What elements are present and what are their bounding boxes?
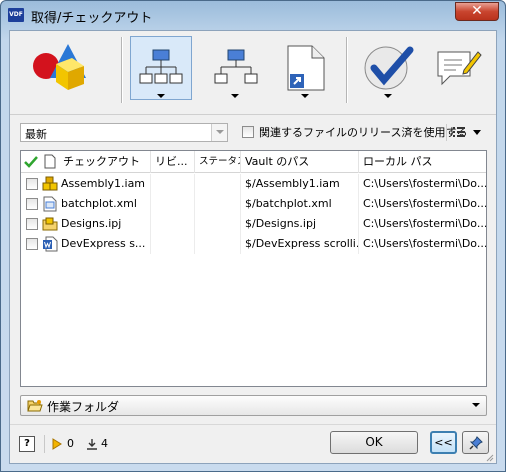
table-row[interactable]: Assembly1.iam $/Assembly1.iam C:\Users\f… — [21, 174, 486, 194]
row-checkbox[interactable] — [26, 178, 38, 190]
include-parents-icon — [214, 49, 258, 84]
dialog-client: 最新 関連するファイルのリリース済を使用する チェックアウト リビ... ステー… — [9, 30, 497, 464]
chevron-down-icon — [473, 130, 481, 135]
vault-app-icon: VDF — [8, 8, 24, 22]
xml-file-icon — [43, 196, 57, 212]
local-path: C:\Users\fostermi\Do... — [363, 237, 486, 250]
pin-icon — [468, 435, 483, 450]
include-parents-button[interactable] — [206, 36, 266, 100]
include-related-docs-icon — [287, 45, 325, 91]
collapse-button[interactable]: << — [430, 431, 457, 454]
vault-path: $/DevExpress scrolli... — [241, 234, 359, 254]
column-header-checkout[interactable]: チェックアウト — [21, 151, 151, 173]
row-checkbox[interactable] — [26, 238, 38, 250]
column-header-local-path[interactable]: ローカル パス — [359, 151, 486, 173]
file-name: Assembly1.iam — [61, 174, 151, 194]
file-name: Designs.ipj — [61, 214, 151, 234]
status-cell — [195, 214, 241, 234]
resize-grip-icon[interactable] — [484, 452, 494, 462]
toolbar — [10, 31, 496, 117]
file-name: batchplot.xml — [61, 194, 151, 214]
settings-shapes-button[interactable] — [24, 36, 92, 100]
document-icon — [44, 154, 56, 169]
help-button[interactable]: ? — [19, 436, 35, 452]
ok-button[interactable]: OK — [330, 431, 418, 454]
column-header-revision[interactable]: リビ... — [151, 151, 195, 173]
use-released-option[interactable]: 関連するファイルのリリース済を使用する — [242, 124, 467, 140]
chevron-down-icon — [211, 124, 227, 141]
status-count-a: 0 — [52, 437, 74, 450]
vault-path: $/Assembly1.iam — [241, 174, 359, 194]
use-released-checkbox[interactable] — [242, 126, 254, 138]
revision-cell — [151, 214, 195, 234]
column-header-vault-path[interactable]: Vault のパス — [241, 151, 359, 173]
include-children-dropdown[interactable] — [157, 94, 165, 98]
word-doc-icon — [43, 236, 58, 252]
table-row[interactable]: batchplot.xml $/batchplot.xml C:\Users\f… — [21, 194, 486, 214]
local-path: C:\Users\fostermi\Do... — [363, 217, 486, 230]
chevron-down-icon — [472, 403, 480, 407]
include-related-docs-button[interactable] — [280, 36, 332, 100]
comment-button[interactable] — [430, 36, 486, 100]
column-header-status[interactable]: ステータス — [195, 151, 241, 173]
assembly-icon — [42, 176, 58, 191]
status-count-b: 4 — [86, 437, 108, 450]
column-header-checkout-label: チェックアウト — [63, 155, 140, 168]
version-select[interactable]: 最新 — [20, 123, 228, 142]
view-options-button[interactable] — [446, 124, 486, 141]
status-separator — [44, 435, 45, 453]
play-arrow-icon — [52, 437, 62, 450]
file-table: チェックアウト リビ... ステータス Vault のパス ローカル パス As… — [20, 150, 487, 387]
title-bar[interactable]: VDF 取得/チェックアウト ✕ — [1, 1, 505, 29]
revision-cell — [151, 174, 195, 194]
table-row[interactable]: Designs.ipj $/Designs.ipj C:\Users\foste… — [21, 214, 486, 234]
checkout-dropdown[interactable] — [384, 94, 392, 98]
use-released-label: 関連するファイルのリリース済を使用する — [259, 126, 468, 139]
pin-button[interactable] — [462, 431, 489, 454]
comment-icon — [437, 51, 482, 86]
status-count-b-value: 4 — [101, 437, 108, 450]
revision-cell — [151, 234, 195, 254]
revision-cell — [151, 194, 195, 214]
vault-path: $/Designs.ipj — [241, 214, 359, 234]
include-parents-dropdown[interactable] — [231, 94, 239, 98]
status-cell — [195, 174, 241, 194]
working-folder-label: 作業フォルダ — [47, 400, 120, 414]
include-related-docs-dropdown[interactable] — [301, 94, 309, 98]
vault-path: $/batchplot.xml — [241, 194, 359, 214]
status-bar: ? 0 4 OK << — [10, 424, 496, 464]
table-row[interactable]: DevExpress s... $/DevExpress scrolli... … — [21, 234, 486, 254]
dialog-window: VDF 取得/チェックアウト ✕ 最新 関連するファイルのリリース済を使用する … — [0, 0, 506, 472]
settings-shapes-icon — [33, 44, 86, 90]
filter-row: 最新 関連するファイルのリリース済を使用する — [20, 123, 490, 143]
open-folder-icon — [27, 400, 43, 412]
local-path: C:\Users\fostermi\Do... — [363, 177, 486, 190]
project-file-icon — [42, 217, 58, 231]
table-header: チェックアウト リビ... ステータス Vault のパス ローカル パス — [21, 151, 486, 173]
local-path: C:\Users\fostermi\Do... — [363, 197, 486, 210]
toolbar-separator — [121, 37, 122, 103]
list-view-icon — [453, 127, 465, 137]
status-count-a-value: 0 — [67, 437, 74, 450]
status-cell — [195, 234, 241, 254]
checkout-button[interactable] — [357, 36, 419, 100]
status-cell — [195, 194, 241, 214]
include-children-icon — [139, 49, 183, 84]
window-title: 取得/チェックアウト — [31, 11, 153, 26]
toolbar-divider — [10, 114, 496, 115]
version-select-value: 最新 — [25, 128, 47, 141]
file-name: DevExpress s... — [61, 234, 151, 254]
download-arrow-icon — [87, 438, 97, 450]
include-children-button[interactable] — [130, 36, 192, 100]
toolbar-separator — [346, 37, 347, 103]
close-button[interactable]: ✕ — [455, 2, 499, 21]
working-folder-select[interactable]: 作業フォルダ — [20, 395, 487, 416]
checkout-check-icon — [364, 46, 414, 90]
row-checkbox[interactable] — [26, 198, 38, 210]
row-checkbox[interactable] — [26, 218, 38, 230]
green-check-icon — [24, 156, 38, 168]
